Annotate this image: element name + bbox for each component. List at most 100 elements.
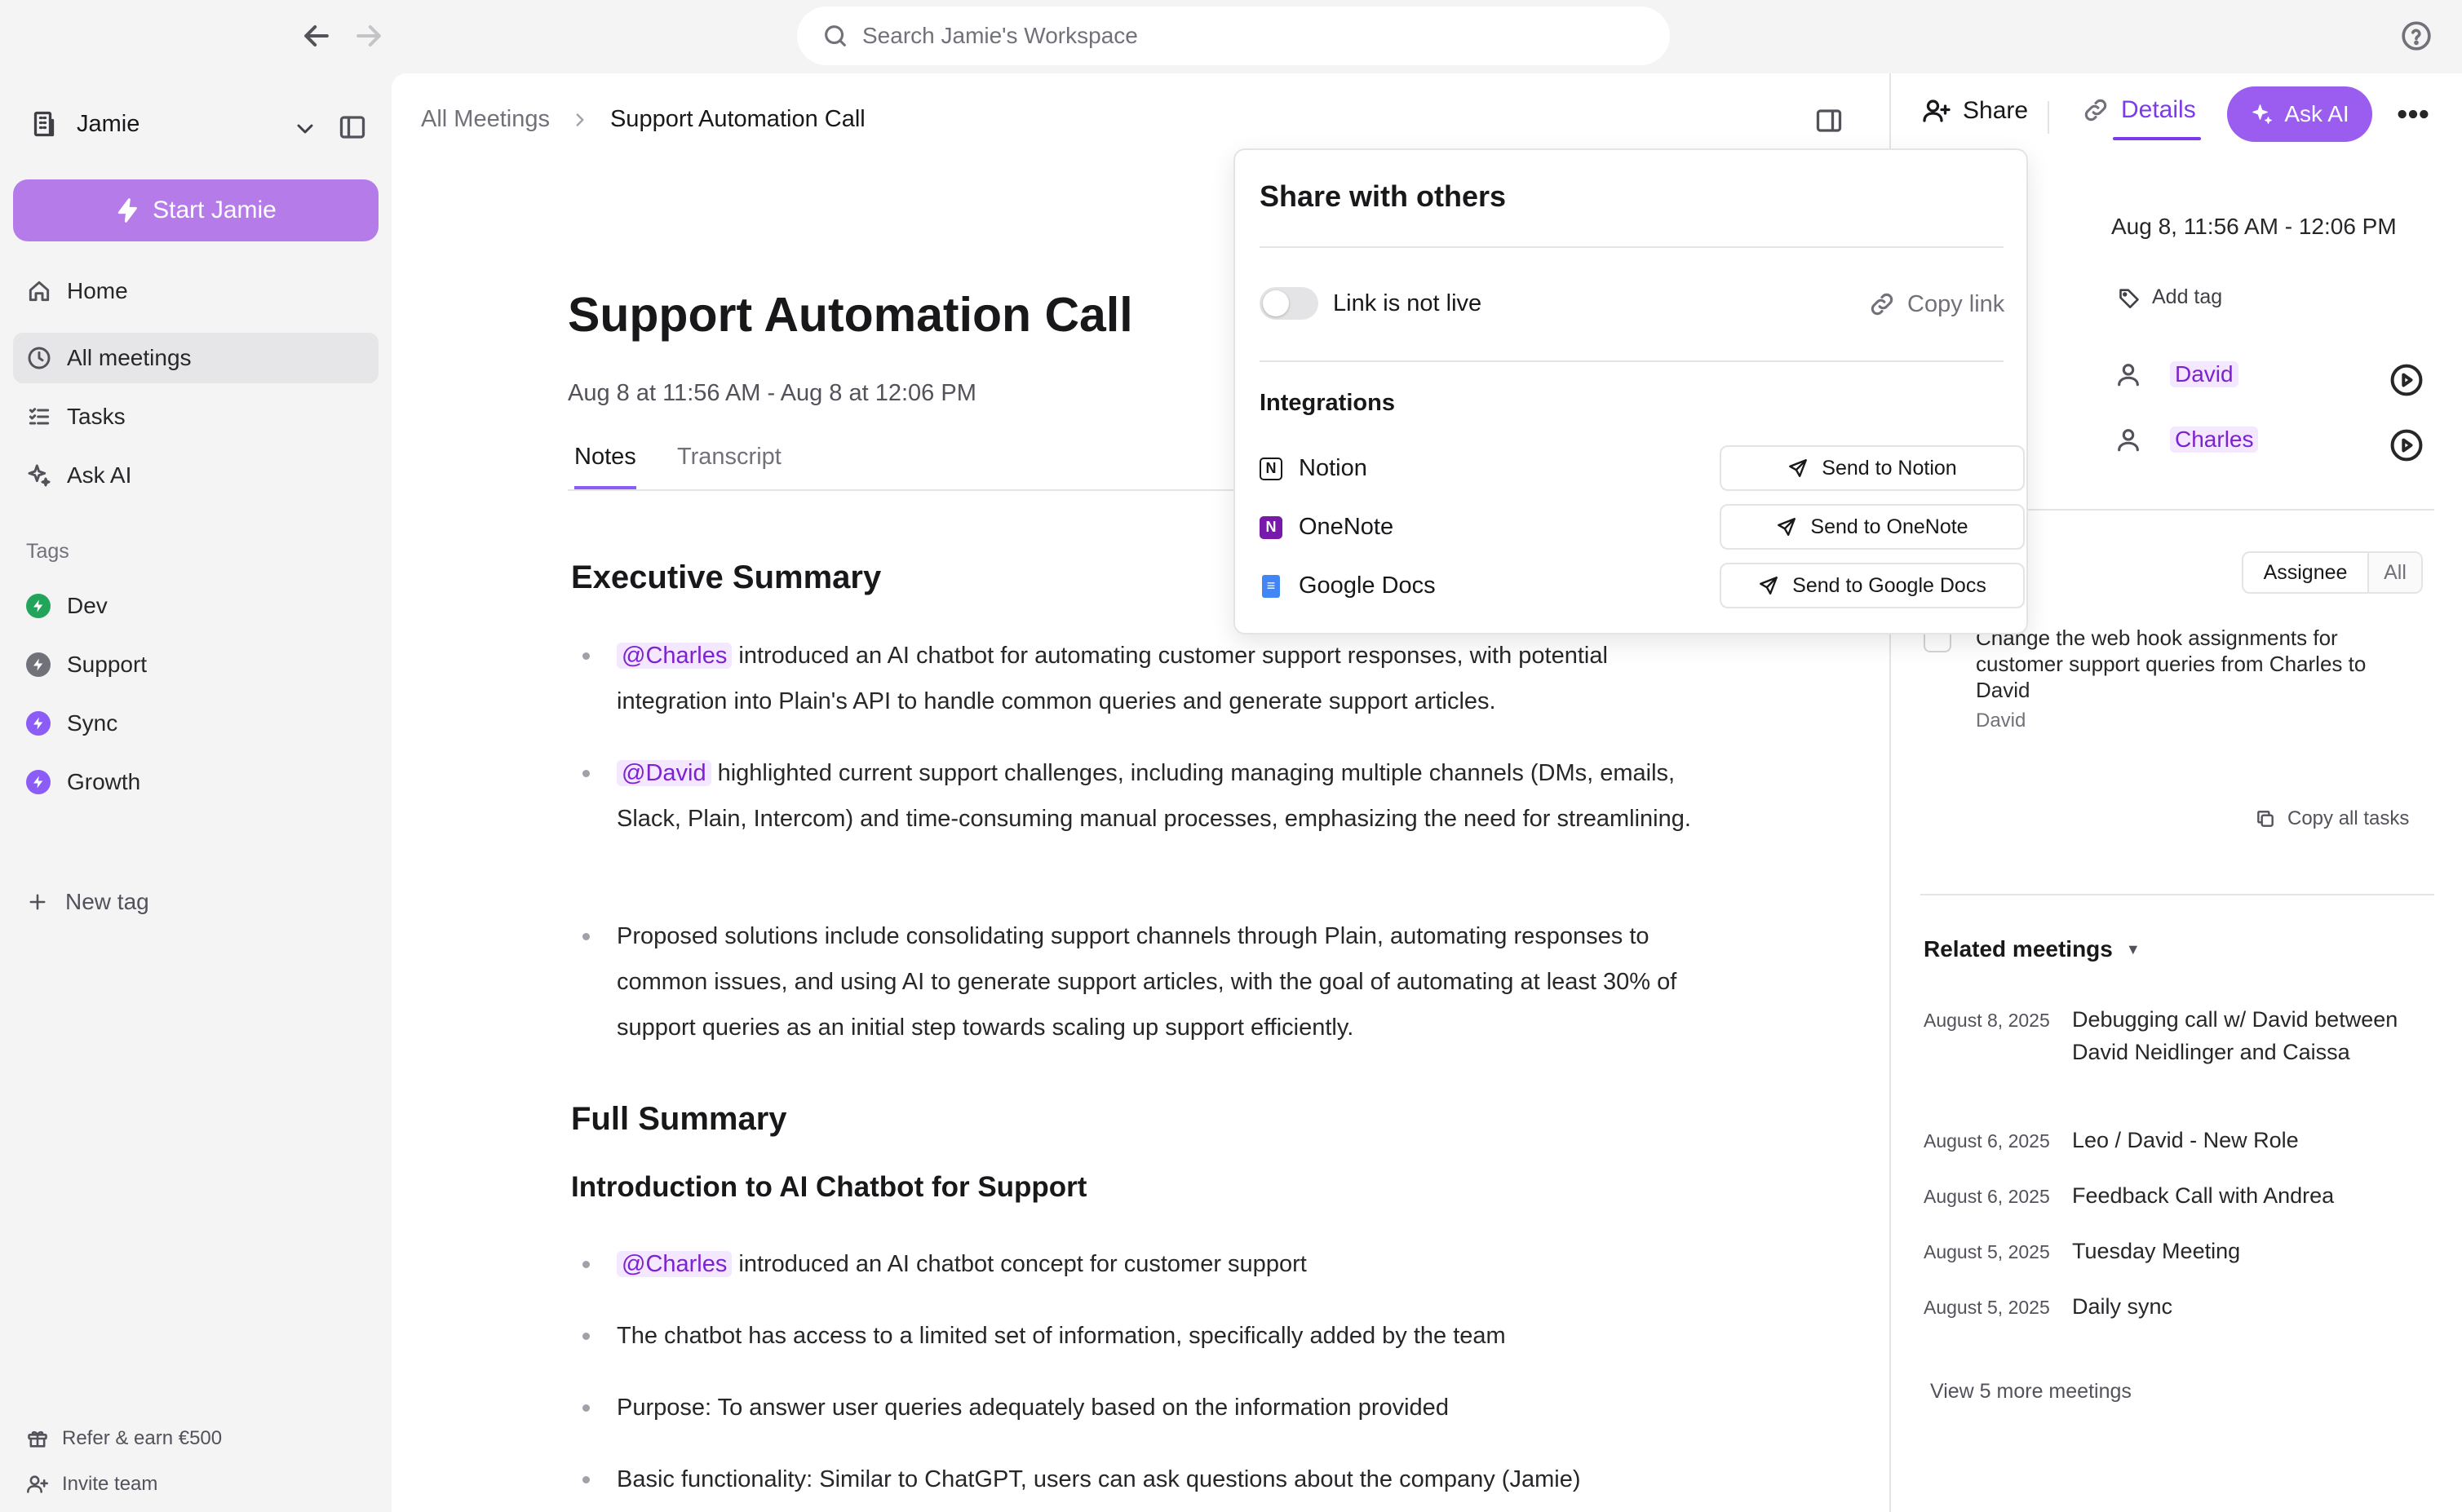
related-meetings-heading[interactable]: Related meetings ▼ [1924, 936, 2141, 962]
send-label: Send to Notion [1822, 456, 1957, 480]
related-meeting-link[interactable]: Debugging call w/ David between David Ne… [2072, 1003, 2415, 1068]
lightning-icon [26, 594, 51, 618]
bullet-text: Basic functionality: Similar to ChatGPT,… [617, 1466, 1581, 1492]
integration-name: Google Docs [1299, 573, 1436, 599]
tab-transcript[interactable]: Transcript [677, 444, 782, 489]
lightning-icon [26, 770, 51, 794]
task-text: Change the web hook assignments for cust… [1976, 626, 2367, 702]
filter-all[interactable]: All [2369, 553, 2421, 592]
participant-charles[interactable]: Charles [2114, 426, 2265, 453]
tag-item-support[interactable]: Support [13, 639, 379, 690]
breadcrumb-parent[interactable]: All Meetings [421, 106, 550, 133]
related-meeting-link[interactable]: Tuesday Meeting [2072, 1235, 2415, 1267]
related-meeting-link[interactable]: Feedback Call with Andrea [2072, 1179, 2415, 1212]
share-button[interactable]: Share [1922, 96, 2028, 126]
sidebar-item-home[interactable]: Home [13, 266, 379, 316]
details-tab[interactable]: Details [2082, 96, 2196, 124]
copy-link-button[interactable]: Copy link [1868, 290, 2004, 318]
tag-label: Growth [67, 769, 141, 794]
help-icon[interactable] [2400, 20, 2433, 52]
workspace-switcher[interactable]: Jamie [29, 109, 139, 139]
tags-heading: Tags [26, 540, 69, 563]
assignee-filter-toggle: Assignee All [2242, 551, 2423, 594]
sparkle-icon [2250, 102, 2274, 126]
start-jamie-button[interactable]: Start Jamie [13, 179, 379, 241]
link-live-toggle[interactable] [1260, 287, 1318, 320]
send-label: Send to OneNote [1810, 515, 1968, 538]
lightning-icon [26, 711, 51, 736]
integration-google-docs: ≡ Google Docs [1260, 573, 1436, 599]
user-plus-icon [26, 1473, 49, 1496]
divider [2048, 101, 2049, 134]
add-tag-button[interactable]: Add tag [2118, 285, 2222, 309]
list-item: Purpose: To answer user queries adequate… [582, 1385, 1694, 1430]
add-tag-label: Add tag [2152, 285, 2223, 308]
panel-toggle-icon[interactable] [1814, 106, 1844, 135]
intro-heading: Introduction to AI Chatbot for Support [571, 1171, 1087, 1203]
related-meeting-link[interactable]: Leo / David - New Role [2072, 1124, 2415, 1156]
tab-notes[interactable]: Notes [574, 444, 636, 489]
view-more-meetings-link[interactable]: View 5 more meetings [1930, 1380, 2132, 1404]
caret-down-icon: ▼ [2125, 940, 2141, 957]
sidebar-item-label: Tasks [67, 404, 126, 429]
bullet-text: Proposed solutions include consolidating… [617, 923, 1677, 1041]
back-arrow-icon[interactable] [299, 18, 334, 54]
sidebar-item-label: All meetings [67, 345, 192, 370]
send-to-google-docs-button[interactable]: Send to Google Docs [1720, 563, 2025, 608]
tag-label: Sync [67, 710, 118, 736]
new-tag-button[interactable]: New tag [26, 889, 149, 915]
bullet-text: Purpose: To answer user queries adequate… [617, 1395, 1449, 1421]
ask-ai-button[interactable]: Ask AI [2227, 86, 2372, 142]
send-to-notion-button[interactable]: Send to Notion [1720, 445, 2025, 491]
new-tag-label: New tag [65, 889, 149, 914]
tag-label: Support [67, 652, 148, 677]
meeting-date-value: Aug 8, 11:56 AM - 12:06 PM [2111, 214, 2397, 239]
forward-arrow-icon[interactable] [351, 18, 387, 54]
search-input[interactable]: Search Jamie's Workspace [797, 7, 1670, 65]
mention-david[interactable]: @David [617, 760, 711, 786]
related-date: August 5, 2025 [1924, 1241, 2050, 1262]
sidebar-item-tasks[interactable]: Tasks [13, 391, 379, 442]
clock-icon [26, 345, 52, 371]
send-to-onenote-button[interactable]: Send to OneNote [1720, 504, 2025, 550]
list-item: Basic functionality: Similar to ChatGPT,… [582, 1457, 1694, 1502]
related-date: August 6, 2025 [1924, 1130, 2050, 1152]
task-owner: David [1976, 710, 2026, 732]
sidebar-item-ask-ai[interactable]: Ask AI [13, 450, 379, 501]
related-meeting-link[interactable]: Daily sync [2072, 1290, 2415, 1323]
search-placeholder: Search Jamie's Workspace [862, 23, 1138, 48]
tag-item-sync[interactable]: Sync [13, 698, 379, 749]
mention-charles[interactable]: @Charles [617, 643, 733, 669]
participant-name: Charles [2170, 427, 2259, 453]
play-circle-icon[interactable] [2389, 427, 2424, 463]
chevron-down-icon[interactable] [292, 116, 318, 142]
play-circle-icon[interactable] [2389, 362, 2424, 398]
sidebar: Jamie Start Jamie Home All meetings Task… [0, 73, 392, 1512]
bullet-text: The chatbot has access to a limited set … [617, 1323, 1506, 1349]
sidebar-item-all-meetings[interactable]: All meetings [13, 333, 379, 383]
exec-summary-heading: Executive Summary [571, 559, 882, 595]
copy-all-tasks-button[interactable]: Copy all tasks [2255, 807, 2409, 830]
start-jamie-label: Start Jamie [153, 197, 277, 223]
sidebar-toggle-icon[interactable] [338, 113, 367, 142]
workspace-name: Jamie [77, 110, 140, 137]
participant-david[interactable]: David [2114, 360, 2245, 388]
plus-icon [26, 891, 49, 913]
gift-icon [26, 1427, 49, 1450]
refer-earn-link[interactable]: Refer & earn €500 [26, 1427, 222, 1450]
share-label: Share [1963, 97, 2029, 124]
divider [1260, 246, 2004, 248]
more-options-icon[interactable] [2397, 103, 2429, 126]
tag-item-dev[interactable]: Dev [13, 581, 379, 631]
link-icon [1868, 290, 1896, 318]
filter-assignee[interactable]: Assignee [2243, 553, 2369, 592]
sidebar-item-label: Home [67, 278, 128, 303]
invite-team-link[interactable]: Invite team [26, 1473, 157, 1496]
tag-item-growth[interactable]: Growth [13, 757, 379, 807]
send-icon [1787, 458, 1809, 479]
copy-icon [2255, 808, 2276, 829]
mention-charles[interactable]: @Charles [617, 1251, 733, 1277]
meeting-dates: Aug 8 at 11:56 AM - Aug 8 at 12:06 PM [568, 380, 976, 406]
send-icon [1758, 575, 1779, 596]
building-icon [29, 109, 59, 139]
